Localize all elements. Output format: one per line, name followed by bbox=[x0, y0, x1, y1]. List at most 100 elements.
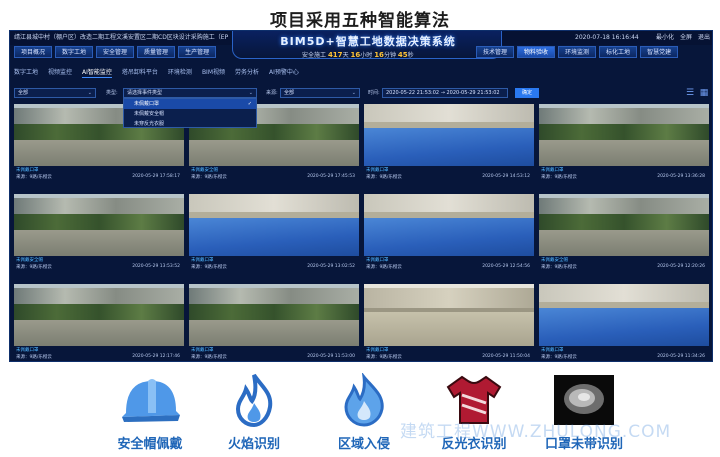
alert-card[interactable]: 未佩戴安全帽 来源：9路/乐橙云 2020-05-29 13:53:52 bbox=[14, 194, 184, 278]
safety-counter: 安全施工 417天 16小时 16分钟 45秒 bbox=[302, 51, 414, 59]
exit-button[interactable]: 退出 bbox=[698, 31, 710, 45]
event-type-select[interactable]: 请选择事件类型 ⌄ bbox=[123, 88, 257, 98]
dropdown-option-no-mask[interactable]: 未佩戴口罩 ✓ bbox=[124, 99, 256, 109]
list-view-icon[interactable]: ☰ bbox=[685, 88, 695, 98]
alert-source: 来源：9路/乐橙云 bbox=[366, 355, 402, 360]
alert-source: 来源：9路/乐橙云 bbox=[366, 175, 402, 180]
algorithm-mask: 口罩未带识别 bbox=[524, 365, 644, 457]
camera-snapshot[interactable] bbox=[539, 194, 709, 256]
alert-source: 来源：9路/乐橙云 bbox=[16, 175, 52, 180]
helmet-icon bbox=[122, 379, 180, 422]
alert-tag: 未佩戴口罩 bbox=[541, 168, 564, 173]
alert-time: 2020-05-29 13:36:28 bbox=[657, 174, 705, 179]
tab-ai-alert[interactable]: AI预警中心 bbox=[269, 68, 299, 78]
nav-item-project-overview[interactable]: 项目概况 bbox=[14, 46, 53, 58]
alert-card[interactable]: 未佩戴口罩来源：9路/乐橙云 2020-05-29 11:53:00 bbox=[189, 284, 359, 361]
tab-tower-crane[interactable]: 塔吊卸料平台 bbox=[122, 68, 158, 78]
alert-source: 来源：9路/乐橙云 bbox=[541, 265, 577, 270]
alert-tag: 未佩戴口罩 bbox=[366, 348, 389, 353]
alert-time: 2020-05-29 11:50:04 bbox=[482, 354, 530, 359]
nav-item-digital-site[interactable]: 数字工地 bbox=[55, 46, 94, 58]
camera-snapshot[interactable] bbox=[364, 194, 534, 256]
bim-app-window: 靖江县城中村（棚户区）改造二期工程文溪安置区二期CD区块设计采购施工（EP 20… bbox=[9, 30, 713, 362]
source-select[interactable]: 全部 ⌄ bbox=[280, 88, 360, 98]
alert-time: 2020-05-29 11:53:00 bbox=[307, 354, 355, 359]
camera-snapshot[interactable] bbox=[539, 284, 709, 346]
intrusion-icon bbox=[344, 373, 384, 427]
alert-time: 2020-05-29 12:20:26 bbox=[657, 264, 705, 269]
fullscreen-button[interactable]: 全屏 bbox=[680, 31, 692, 45]
confirm-button[interactable]: 确定 bbox=[515, 88, 539, 98]
algorithm-vest: 反光衣识别 bbox=[414, 365, 534, 457]
tab-digital-site[interactable]: 数字工地 bbox=[14, 68, 38, 78]
alert-tag: 未佩戴安全帽 bbox=[16, 258, 43, 263]
alert-tag: 未佩戴安全帽 bbox=[191, 168, 218, 173]
alert-card[interactable]: 未佩戴口罩来源：9路/乐橙云 2020-05-29 11:50:04 bbox=[364, 284, 534, 361]
main-nav-left: 项目概况 数字工地 安全管理 质量管理 生产管理 bbox=[14, 46, 217, 58]
chevron-down-icon: ⌄ bbox=[248, 90, 253, 96]
view-toggle: ☰ ▦ bbox=[685, 88, 709, 98]
grid-view-icon[interactable]: ▦ bbox=[699, 88, 709, 98]
alert-source: 来源：9路/乐橙云 bbox=[541, 355, 577, 360]
alert-tag: 未佩戴口罩 bbox=[366, 168, 389, 173]
nav-item-safety[interactable]: 安全管理 bbox=[96, 46, 135, 58]
check-icon: ✓ bbox=[247, 101, 252, 107]
algorithm-row: 安全帽佩戴 火焰识别 区域入侵 反光衣识别 口罩未带识别 bbox=[0, 365, 720, 457]
flame-icon bbox=[235, 373, 273, 427]
alert-card[interactable]: 未佩戴口罩 来源：9路/乐橙云 2020-05-29 12:17:46 bbox=[14, 284, 184, 361]
date-range-input[interactable]: 2020-05-22 21:53:02 → 2020-05-29 21:53:0… bbox=[382, 88, 508, 98]
camera-snapshot[interactable] bbox=[189, 194, 359, 256]
minimize-button[interactable]: 最小化 bbox=[656, 31, 674, 45]
alert-tag: 未佩戴安全帽 bbox=[541, 258, 568, 263]
tab-labor[interactable]: 劳务分析 bbox=[235, 68, 259, 78]
datetime: 2020-07-18 16:16:44 bbox=[575, 34, 639, 41]
camera-snapshot[interactable] bbox=[364, 284, 534, 346]
alert-card[interactable]: 未佩戴口罩 来源：9路/乐橙云 2020-05-29 14:53:12 bbox=[364, 104, 534, 188]
dropdown-option-no-helmet[interactable]: 未佩戴安全帽 bbox=[124, 109, 256, 119]
tab-environment[interactable]: 环境检测 bbox=[168, 68, 192, 78]
alert-time: 2020-05-29 17:58:17 bbox=[132, 174, 180, 179]
nav-item-environment[interactable]: 环境监测 bbox=[558, 46, 597, 58]
algorithm-flame: 火焰识别 bbox=[194, 365, 314, 457]
alert-source: 来源：9路/乐橙云 bbox=[366, 265, 402, 270]
alert-time: 2020-05-29 13:02:52 bbox=[307, 264, 355, 269]
source-label: 来源: bbox=[266, 90, 278, 96]
alert-tag: 未佩戴口罩 bbox=[16, 348, 39, 353]
alert-card[interactable]: 未佩戴口罩 来源：9路/乐橙云 2020-05-29 13:36:28 bbox=[539, 104, 709, 188]
nav-item-technical[interactable]: 技术管理 bbox=[476, 46, 515, 58]
tab-ai-monitor[interactable]: AI智能监控 bbox=[82, 68, 112, 78]
nav-item-quality[interactable]: 质量管理 bbox=[137, 46, 176, 58]
camera-snapshot[interactable] bbox=[189, 284, 359, 346]
alert-time: 2020-05-29 17:45:53 bbox=[307, 174, 355, 179]
nav-item-production[interactable]: 生产管理 bbox=[178, 46, 217, 58]
alert-source: 来源：9路/乐橙云 bbox=[191, 265, 227, 270]
sub-nav: 数字工地 视频监控 AI智能监控 塔吊卸料平台 环境检测 BIM视频 劳务分析 … bbox=[14, 68, 299, 78]
alert-card[interactable]: 未佩戴口罩 来源：9路/乐橙云 2020-05-29 13:02:52 bbox=[189, 194, 359, 278]
tab-bim-video[interactable]: BIM视频 bbox=[202, 68, 225, 78]
type-label: 类型: bbox=[106, 90, 118, 96]
scope-select[interactable]: 全部 ⌄ bbox=[14, 88, 96, 98]
alert-source: 来源：9路/乐橙云 bbox=[191, 355, 227, 360]
camera-snapshot[interactable] bbox=[539, 104, 709, 166]
dropdown-option-no-vest[interactable]: 未穿反光衣服 bbox=[124, 119, 256, 129]
camera-snapshot[interactable] bbox=[14, 194, 184, 256]
event-type-dropdown: 未佩戴口罩 ✓ 未佩戴安全帽 未穿反光衣服 bbox=[123, 98, 257, 128]
alert-time: 2020-05-29 11:34:26 bbox=[657, 354, 705, 359]
algorithm-helmet: 安全帽佩戴 bbox=[90, 365, 210, 457]
chevron-down-icon: ⌄ bbox=[351, 90, 356, 96]
alert-time: 2020-05-29 12:17:46 bbox=[132, 354, 180, 359]
alert-card[interactable]: 未佩戴口罩 来源：9路/乐橙云 2020-05-29 11:34:26 bbox=[539, 284, 709, 361]
camera-snapshot[interactable] bbox=[14, 284, 184, 346]
slide: 项目采用五种智能算法 靖江县城中村（棚户区）改造二期工程文溪安置区二期CD区块设… bbox=[0, 0, 720, 457]
alert-card[interactable]: 未佩戴口罩 来源：9路/乐橙云 2020-05-29 12:54:56 bbox=[364, 194, 534, 278]
alert-source: 来源：9路/乐橙云 bbox=[191, 175, 227, 180]
tab-video[interactable]: 视频监控 bbox=[48, 68, 72, 78]
alert-card[interactable]: 未佩戴安全帽来源：9路/乐橙云 2020-05-29 12:20:26 bbox=[539, 194, 709, 278]
nav-item-standard-site[interactable]: 标化工地 bbox=[599, 46, 638, 58]
alert-tag: 未佩戴口罩 bbox=[191, 348, 214, 353]
nav-item-material[interactable]: 物料验收 bbox=[517, 46, 556, 58]
algorithm-label: 火焰识别 bbox=[227, 437, 280, 452]
camera-snapshot[interactable] bbox=[364, 104, 534, 166]
window-controls: 最小化 全屏 退出 bbox=[656, 31, 710, 45]
nav-item-party[interactable]: 智慧党建 bbox=[640, 46, 679, 58]
